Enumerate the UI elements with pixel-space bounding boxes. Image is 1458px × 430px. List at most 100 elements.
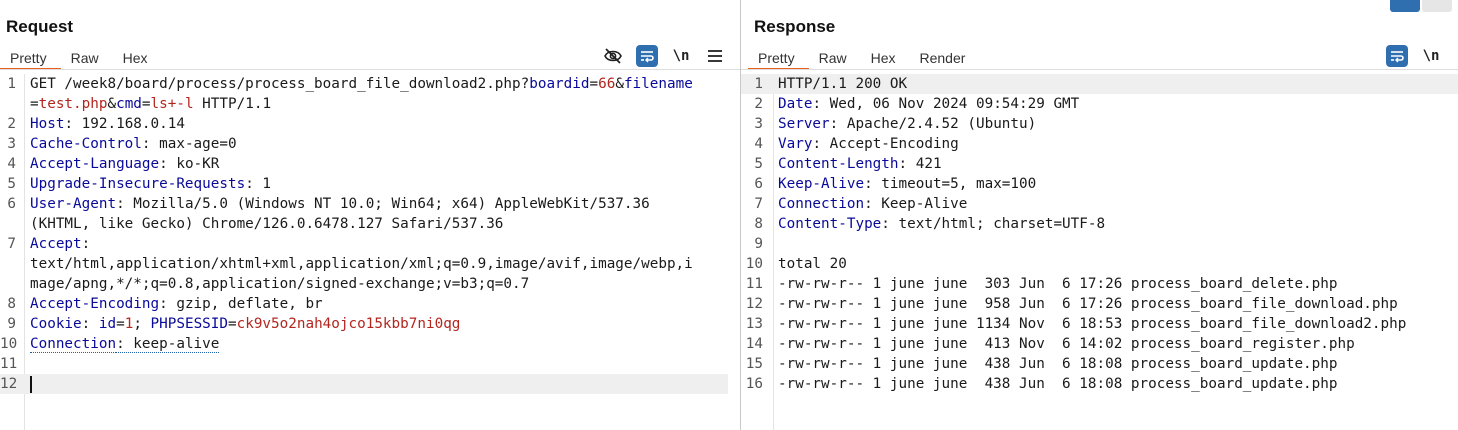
line-number: 11	[745, 276, 763, 292]
param-value: test.php	[38, 96, 108, 112]
param-value: ck9v5o2nah4ojco15kbb7ni0qg	[236, 316, 461, 332]
request-title: Request	[6, 17, 74, 36]
response-editor[interactable]: 1 HTTP/1.1 200 OK 2 Date: Wed, 06 Nov 2024 …	[741, 74, 1458, 430]
eye-slash-icon[interactable]	[602, 45, 624, 67]
layout-stacked-icon[interactable]	[1422, 0, 1452, 12]
header-key: Accept-Encoding	[30, 296, 160, 312]
line-number: 2	[7, 116, 16, 132]
response-code-line: 9	[741, 234, 1458, 254]
line-number: 8	[7, 296, 16, 312]
response-code-line: 5 Content-Length: 421	[741, 154, 1458, 174]
line-number: 4	[754, 136, 763, 152]
response-code-line: 13 -rw-rw-r-- 1 june june 1134 Nov 6 18:5…	[741, 314, 1458, 334]
response-code-line: 6 Keep-Alive: timeout=5, max=100	[741, 174, 1458, 194]
request-tab-raw[interactable]: Raw	[61, 44, 113, 70]
code-text: HTTP/1.1	[193, 96, 272, 112]
header-key: Accept-Language	[30, 156, 160, 172]
request-code-line: text/html,application/xhtml+xml,applicat…	[0, 254, 728, 274]
response-lines: 1 HTTP/1.1 200 OK 2 Date: Wed, 06 Nov 2024 …	[741, 74, 1458, 394]
code-text: : Accept-Encoding	[812, 136, 959, 152]
response-title: Response	[754, 17, 836, 36]
response-code-line: 4 Vary: Accept-Encoding	[741, 134, 1458, 154]
header-key: User-Agent	[30, 196, 117, 212]
code-text: -rw-rw-r-- 1 june june 958 Jun 6 17:26 p…	[778, 296, 1398, 312]
code-text: : text/html; charset=UTF-8	[881, 216, 1106, 232]
code-text: : keep-alive	[116, 336, 220, 353]
header-key: Accept	[30, 236, 82, 252]
request-tabs: Pretty Raw Hex	[0, 44, 162, 70]
request-tab-hex[interactable]: Hex	[113, 44, 162, 70]
request-code-line: 1 GET /week8/board/process/process_board_…	[0, 74, 728, 94]
request-pane: Request Pretty Raw Hex \n 1 GET /week8/bo…	[0, 0, 740, 430]
line-number: 3	[7, 136, 16, 152]
response-tabs: Pretty Raw Hex Render	[748, 44, 979, 70]
line-number: 12	[0, 376, 18, 392]
response-tab-hex[interactable]: Hex	[861, 44, 910, 70]
response-code-line: 7 Connection: Keep-Alive	[741, 194, 1458, 214]
line-number: 7	[754, 196, 763, 212]
line-number: 10	[0, 336, 18, 352]
line-number: 9	[7, 316, 16, 332]
code-text: : Apache/2.4.52 (Ubuntu)	[829, 116, 1037, 132]
request-code-line: 9 Cookie: id=1; PHPSESSID=ck9v5o2nah4ojco…	[0, 314, 728, 334]
code-text: -rw-rw-r-- 1 june june 1134 Nov 6 18:53 …	[778, 316, 1407, 332]
code-text: text/html,application/xhtml+xml,applicat…	[30, 256, 693, 272]
request-toolbar: \n	[602, 45, 726, 67]
line-number: 6	[754, 176, 763, 192]
code-text: =	[30, 96, 39, 112]
code-text: -rw-rw-r-- 1 june june 303 Jun 6 17:26 p…	[778, 276, 1338, 292]
line-number: 9	[754, 236, 763, 252]
code-text: : Mozilla/5.0 (Windows NT 10.0; Win64; x…	[116, 196, 650, 212]
response-code-line: 12 -rw-rw-r-- 1 june june 958 Jun 6 17:26…	[741, 294, 1458, 314]
code-text: : 192.168.0.14	[64, 116, 185, 132]
layout-side-by-side-icon[interactable]	[1390, 0, 1420, 12]
header-key: Date	[778, 96, 813, 112]
code-text: mage/apng,*/*;q=0.8,application/signed-e…	[30, 276, 530, 292]
header-key: Connection	[778, 196, 865, 212]
response-tab-raw[interactable]: Raw	[809, 44, 861, 70]
code-text: HTTP/1.1 200 OK	[778, 76, 908, 92]
request-code-line: 3 Cache-Control: max-age=0	[0, 134, 728, 154]
wrap-lines-icon[interactable]	[636, 45, 658, 67]
code-text: -rw-rw-r-- 1 june june 413 Nov 6 14:02 p…	[778, 336, 1355, 352]
hamburger-menu-icon[interactable]	[704, 45, 726, 67]
response-code-line: 11 -rw-rw-r-- 1 june june 303 Jun 6 17:26…	[741, 274, 1458, 294]
request-code-line: 11	[0, 354, 728, 374]
header-key: Host	[30, 116, 65, 132]
header-key: Keep-Alive	[778, 176, 865, 192]
wrap-lines-icon[interactable]	[1386, 45, 1408, 67]
line-number: 3	[754, 116, 763, 132]
response-tab-underline	[741, 69, 1458, 70]
request-code-line: 10 Connection: keep-alive	[0, 334, 728, 354]
code-text: : 421	[898, 156, 942, 172]
line-number: 16	[745, 376, 763, 392]
layout-toggle[interactable]	[1390, 0, 1452, 12]
response-tab-pretty[interactable]: Pretty	[748, 44, 809, 70]
request-code-line: 6 User-Agent: Mozilla/5.0 (Windows NT 10.…	[0, 194, 728, 214]
newline-toggle-button[interactable]: \n	[1420, 45, 1442, 67]
code-text: : 1	[245, 176, 272, 192]
request-editor[interactable]: 1 GET /week8/board/process/process_board_…	[0, 74, 740, 430]
code-text: =	[141, 96, 151, 112]
code-text: :	[81, 316, 99, 332]
response-toolbar: \n	[1386, 45, 1442, 67]
header-key: Cache-Control	[30, 136, 142, 152]
code-text: : timeout=5, max=100	[864, 176, 1037, 192]
request-tab-pretty[interactable]: Pretty	[0, 44, 61, 70]
line-number: 4	[7, 156, 16, 172]
newline-toggle-button[interactable]: \n	[670, 45, 692, 67]
code-text: =	[116, 316, 125, 332]
line-number: 14	[745, 336, 763, 352]
header-key: Content-Length	[778, 156, 899, 172]
code-text: -rw-rw-r-- 1 june june 438 Jun 6 18:08 p…	[778, 356, 1338, 372]
header-key: Vary	[778, 136, 813, 152]
response-tab-render[interactable]: Render	[910, 44, 980, 70]
code-text: =	[589, 76, 599, 92]
code-text: : Keep-Alive	[864, 196, 968, 212]
line-number: 6	[7, 196, 16, 212]
line-number: 11	[0, 356, 18, 372]
header-key: id	[98, 316, 117, 332]
request-code-line: =test.php&cmd=ls+-l HTTP/1.1	[0, 94, 728, 114]
response-code-line: 16 -rw-rw-r-- 1 june june 438 Jun 6 18:08…	[741, 374, 1458, 394]
response-code-line: 15 -rw-rw-r-- 1 june june 438 Jun 6 18:08…	[741, 354, 1458, 374]
